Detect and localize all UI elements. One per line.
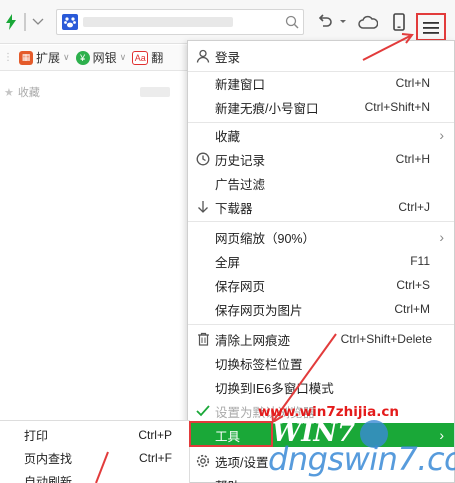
browser-window: ⋮ ▦ 扩展 ∨ ¥ 网银 ∨ Aa 翻 ★ 收藏 登录 新建窗口 Ctrl+N… — [0, 0, 455, 483]
watermark-url: www.win7zhijia.cn — [258, 404, 399, 420]
watermark-site: dngswin7.com — [268, 440, 455, 478]
